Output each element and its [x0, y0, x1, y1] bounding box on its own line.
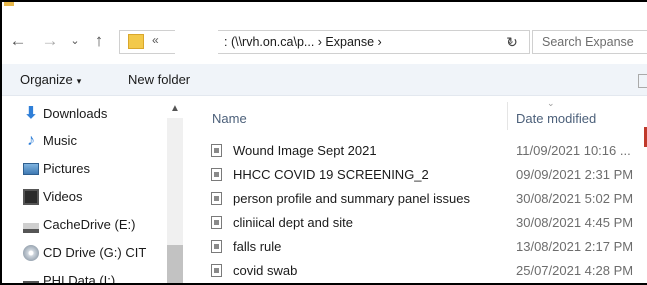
sidebar-item-label: Pictures: [43, 161, 90, 176]
sidebar-item-cachedrive[interactable]: CacheDrive (E:): [2, 213, 172, 237]
sidebar-item-label: Downloads: [43, 106, 108, 121]
downloads-icon: ⬇: [24, 105, 38, 122]
title-folder-icon: [4, 2, 14, 6]
title-bar-remnant: [2, 2, 647, 12]
column-header-row: Name ⌄ Date modified: [194, 98, 647, 132]
file-row[interactable]: Wound Image Sept 2021 11/09/2021 10:16 .…: [194, 139, 647, 163]
file-row[interactable]: HHCC COVID 19 SCREENING_2 09/09/2021 2:3…: [194, 163, 647, 187]
file-date-modified: 11/09/2021 10:16 ...: [516, 143, 631, 158]
file-row[interactable]: cliniical dept and site 30/08/2021 4:45 …: [194, 211, 647, 235]
view-options-icon[interactable]: [638, 74, 647, 88]
cd-drive-icon: [23, 245, 39, 261]
sidebar-item-downloads[interactable]: ⬇ Downloads: [2, 102, 172, 126]
file-name: covid swab: [233, 263, 298, 278]
navigation-pane: ⬇ Downloads ♪ Music Pictures Videos Cach…: [2, 100, 183, 285]
address-path[interactable]: : (\\rvh.on.ca\p... › Expanse › ⌄: [218, 30, 530, 54]
file-list: Name ⌄ Date modified Wound Image Sept 20…: [194, 98, 647, 283]
file-date-modified: 09/09/2021 2:31 PM: [516, 167, 634, 182]
file-date-modified: 25/07/2021 4:28 PM: [516, 263, 634, 278]
column-divider[interactable]: [507, 102, 508, 130]
sort-indicator-icon: ⌄: [547, 98, 555, 108]
file-row[interactable]: covid swab 25/07/2021 4:28 PM: [194, 259, 647, 283]
address-row: ← → ⌄ ↑ « : (\\rvh.on.ca\p... › Expanse …: [2, 24, 647, 60]
file-name: person profile and summary panel issues: [233, 191, 471, 206]
chevron-down-icon: ▾: [76, 76, 82, 86]
search-input[interactable]: Search Expanse: [532, 30, 647, 54]
sidebar-item-label: Music: [43, 133, 77, 148]
pictures-icon: [23, 163, 39, 175]
file-row[interactable]: falls rule 13/08/2021 2:17 PM: [194, 235, 647, 259]
up-button[interactable]: ↑: [89, 30, 109, 52]
breadcrumb-root[interactable]: «: [119, 30, 175, 54]
music-icon: ♪: [27, 132, 35, 149]
organize-label: Organize: [20, 72, 73, 87]
sidebar-item-cd-drive[interactable]: CD Drive (G:) CIT: [2, 241, 172, 265]
back-button[interactable]: ←: [8, 30, 28, 52]
forward-button[interactable]: →: [40, 30, 60, 52]
sidebar-item-music[interactable]: ♪ Music: [2, 129, 172, 153]
folder-icon: [128, 34, 144, 49]
document-icon: [211, 168, 222, 181]
sidebar-item-label: PHI Data (I:): [43, 273, 116, 285]
scroll-up-button[interactable]: ▲: [170, 103, 180, 114]
breadcrumb[interactable]: : (\\rvh.on.ca\p... › Expanse ›: [224, 35, 382, 49]
breadcrumb-overflow[interactable]: «: [152, 33, 159, 47]
drive-icon: [23, 223, 39, 233]
new-folder-button[interactable]: New folder: [128, 72, 190, 87]
file-name: HHCC COVID 19 SCREENING_2: [233, 167, 429, 182]
column-header-name[interactable]: Name: [212, 111, 247, 126]
videos-icon: [23, 189, 39, 205]
search-placeholder: Search Expanse: [542, 35, 634, 49]
refresh-button[interactable]: ↻: [500, 30, 524, 54]
document-icon: [211, 144, 222, 157]
file-name: falls rule: [233, 239, 282, 254]
document-icon: [211, 192, 222, 205]
sidebar-item-label: CacheDrive (E:): [43, 217, 136, 232]
document-icon: [211, 240, 222, 253]
command-bar: Organize ▾ New folder: [2, 64, 647, 96]
sidebar-item-label: CD Drive (G:) CIT: [43, 245, 147, 260]
file-name: cliniical dept and site: [233, 215, 353, 230]
scrollbar-thumb[interactable]: [167, 245, 183, 283]
file-date-modified: 30/08/2021 4:45 PM: [516, 215, 634, 230]
file-name: Wound Image Sept 2021: [233, 143, 377, 158]
file-explorer-window: ← → ⌄ ↑ « : (\\rvh.on.ca\p... › Expanse …: [0, 0, 647, 285]
file-date-modified: 13/08/2021 2:17 PM: [516, 239, 634, 254]
organize-button[interactable]: Organize ▾: [20, 72, 81, 87]
sidebar-item-label: Videos: [43, 189, 83, 204]
document-icon: [211, 216, 222, 229]
recent-locations-button[interactable]: ⌄: [68, 30, 82, 52]
sidebar-item-phi-data[interactable]: PHI Data (I:): [2, 269, 172, 285]
document-icon: [211, 264, 222, 277]
network-drive-icon: [23, 281, 39, 283]
sidebar-item-videos[interactable]: Videos: [2, 185, 172, 209]
file-row[interactable]: person profile and summary panel issues …: [194, 187, 647, 211]
file-date-modified: 30/08/2021 5:02 PM: [516, 191, 634, 206]
sidebar-item-pictures[interactable]: Pictures: [2, 157, 172, 181]
column-header-date-modified[interactable]: Date modified: [516, 111, 596, 126]
